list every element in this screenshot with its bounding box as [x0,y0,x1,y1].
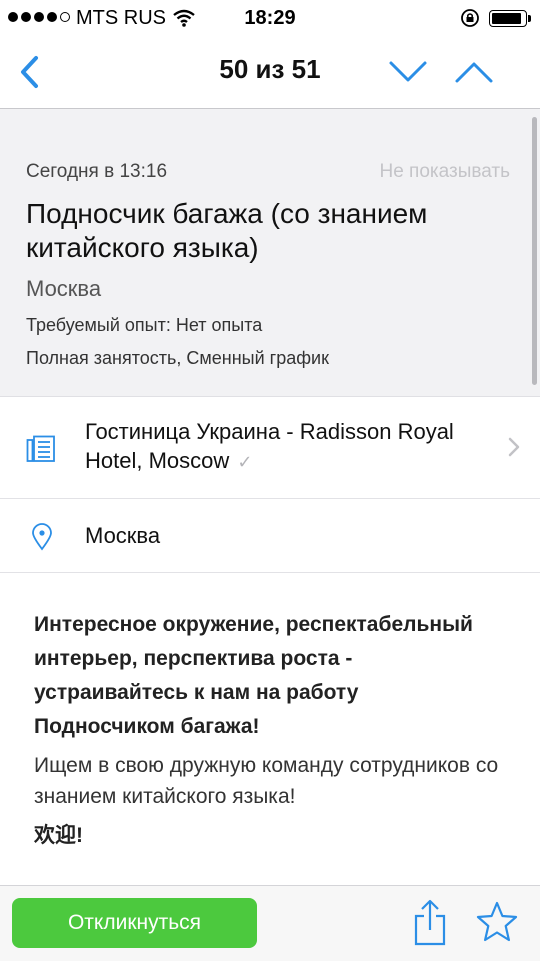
rotation-lock-icon [461,9,479,27]
required-experience: Требуемый опыт: Нет опыта [26,315,263,335]
description-greeting: 欢迎! [34,824,83,847]
description-highlight: Интересное окружение, респектабельный ин… [34,613,473,738]
battery-tip [528,15,531,22]
verified-check-icon: ✓ [237,452,253,472]
company-name: Гостиница Украина - Radisson Royal Hotel… [85,417,485,477]
favorite-button[interactable] [475,900,519,949]
company-name-text: Гостиница Украина - Radisson Royal Hotel… [85,419,454,473]
location-row: Москва [0,499,540,573]
job-title: Подносчик багажа (со знанием китайского … [26,198,428,263]
previous-vacancy-button[interactable] [452,54,496,90]
status-time: 18:29 [244,7,296,29]
location-address: Москва [85,523,161,548]
chevron-up-icon [455,62,493,83]
building-icon [26,435,55,462]
next-vacancy-button[interactable] [386,54,430,90]
chevron-down-icon [389,61,427,82]
nav-bar: 50 из 51 [0,36,540,109]
respond-button[interactable]: Откликнуться [12,898,257,948]
chevron-right-icon [508,437,520,457]
company-row[interactable]: Гостиница Украина - Radisson Royal Hotel… [0,397,540,499]
employment-type: Полная занятость, Сменный график [26,348,329,368]
map-pin-icon [32,523,52,551]
job-city: Москва [26,276,102,301]
hide-vacancy-button[interactable]: Не показывать [379,161,510,183]
description-text: Ищем в свою дружную команду сотрудников … [34,754,499,808]
bottom-action-bar: Откликнуться [0,885,540,961]
star-icon [476,901,518,942]
posted-date: Сегодня в 13:16 [26,161,168,182]
battery-icon [489,10,527,27]
vacancy-header: Сегодня в 13:16 Не показывать Подносчик … [0,109,540,397]
share-icon [414,899,446,946]
vacancy-description: Интересное окружение, респектабельный ин… [34,608,504,849]
status-bar: MTS RUS 18:29 [0,0,540,36]
scroll-indicator [532,117,537,385]
share-button[interactable] [410,898,450,951]
